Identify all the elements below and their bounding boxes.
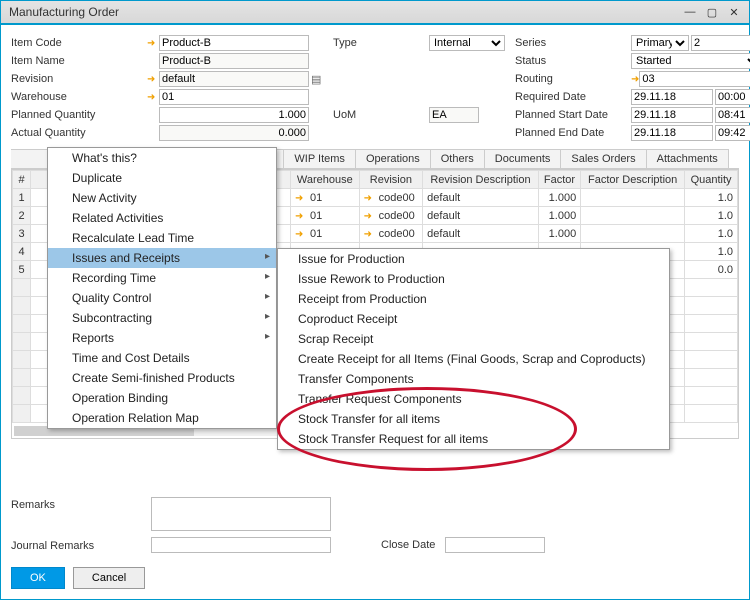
label-series: Series [515,37,625,49]
menu-item[interactable]: Subcontracting [48,308,276,328]
label-status: Status [515,55,625,67]
titlebar: Manufacturing Order — ▢ ✕ [1,1,749,25]
menu-item[interactable]: Related Activities [48,208,276,228]
submenu-item[interactable]: Coproduct Receipt [278,309,669,329]
header-form: Item Code ➜ Type Internal Series Primary… [1,25,749,145]
submenu-item[interactable]: Scrap Receipt [278,329,669,349]
label-close-date: Close Date [381,539,435,551]
planned-end-time-field[interactable] [715,125,750,141]
label-warehouse: Warehouse [11,91,141,103]
label-item-name: Item Name [11,55,141,67]
submenu-item[interactable]: Transfer Components [278,369,669,389]
menu-item[interactable]: Quality Control [48,288,276,308]
status-select[interactable]: Started [631,53,750,69]
issues-receipts-submenu: Issue for ProductionIssue Rework to Prod… [277,248,670,450]
col-revision[interactable]: Revision [359,171,423,189]
journal-remarks-field[interactable] [151,537,331,553]
menu-item[interactable]: Recalculate Lead Time [48,228,276,248]
submenu-item[interactable]: Receipt from Production [278,289,669,309]
col-quantity[interactable]: Quantity [685,171,738,189]
minimize-button[interactable]: — [683,5,697,19]
cancel-button[interactable]: Cancel [73,567,145,589]
actual-qty-field [159,125,309,141]
label-type: Type [333,37,423,49]
docnum-field[interactable] [691,35,750,51]
required-date-field[interactable] [631,89,713,105]
label-uom: UoM [333,109,423,121]
col-rownum[interactable]: # [13,171,31,189]
submenu-item[interactable]: Issue for Production [278,249,669,269]
col-factor[interactable]: Factor [538,171,580,189]
tab-sales-orders[interactable]: Sales Orders [560,149,646,168]
list-icon[interactable]: ▤ [311,73,321,86]
link-arrow-icon[interactable]: ➜ [631,74,639,85]
link-arrow-icon[interactable]: ➜ [147,92,159,103]
submenu-item[interactable]: Create Receipt for all Items (Final Good… [278,349,669,369]
label-journal-remarks: Journal Remarks [11,538,141,552]
context-menu: What's this?DuplicateNew ActivityRelated… [47,147,277,429]
planned-start-time-field[interactable] [715,107,750,123]
tab-operations[interactable]: Operations [355,149,431,168]
menu-item[interactable]: Recording Time [48,268,276,288]
submenu-item[interactable]: Stock Transfer for all items [278,409,669,429]
type-select[interactable]: Internal [429,35,505,51]
menu-item[interactable]: New Activity [48,188,276,208]
label-actual-qty: Actual Quantity [11,127,141,139]
menu-item[interactable]: Operation Relation Map [48,408,276,428]
menu-item[interactable]: What's this? [48,148,276,168]
col-factor-desc[interactable]: Factor Description [581,171,685,189]
window-title: Manufacturing Order [5,5,683,19]
remarks-textarea[interactable] [151,497,331,531]
label-revision: Revision [11,73,141,85]
planned-start-date-field[interactable] [631,107,713,123]
col-rev-desc[interactable]: Revision Description [423,171,539,189]
close-button[interactable]: ✕ [727,5,741,19]
tab-attachments[interactable]: Attachments [646,149,729,168]
col-warehouse[interactable]: Warehouse [291,171,360,189]
manufacturing-order-window: Manufacturing Order — ▢ ✕ Item Code ➜ Ty… [0,0,750,600]
revision-field[interactable] [159,71,309,87]
footer: Remarks Journal Remarks Close Date OK Ca… [11,497,739,589]
link-arrow-icon[interactable]: ➜ [147,38,159,49]
item-code-field[interactable] [159,35,309,51]
planned-end-date-field[interactable] [631,125,713,141]
menu-item[interactable]: Create Semi-finished Products [48,368,276,388]
menu-item[interactable]: Reports [48,328,276,348]
maximize-button[interactable]: ▢ [705,5,719,19]
label-remarks: Remarks [11,497,141,511]
link-arrow-icon[interactable]: ➜ [147,74,159,85]
label-routing: Routing [515,73,625,85]
item-name-field [159,53,309,69]
menu-item[interactable]: Time and Cost Details [48,348,276,368]
tab-documents[interactable]: Documents [484,149,562,168]
label-planned-qty: Planned Quantity [11,109,141,121]
label-item-code: Item Code [11,37,141,49]
label-planned-end: Planned End Date [515,127,625,139]
warehouse-field[interactable] [159,89,309,105]
required-time-field[interactable] [715,89,750,105]
tab-others[interactable]: Others [430,149,485,168]
label-planned-start: Planned Start Date [515,109,625,121]
menu-item[interactable]: Duplicate [48,168,276,188]
label-required-date: Required Date [515,91,625,103]
submenu-item[interactable]: Issue Rework to Production [278,269,669,289]
menu-item[interactable]: Issues and Receipts [48,248,276,268]
planned-qty-field[interactable] [159,107,309,123]
routing-field[interactable] [639,71,750,87]
submenu-item[interactable]: Stock Transfer Request for all items [278,429,669,449]
submenu-item[interactable]: Transfer Request Components [278,389,669,409]
ok-button[interactable]: OK [11,567,65,589]
close-date-field[interactable] [445,537,545,553]
uom-field [429,107,479,123]
series-select[interactable]: Primary [631,35,689,51]
menu-item[interactable]: Operation Binding [48,388,276,408]
tab-wip-items[interactable]: WIP Items [283,149,356,168]
